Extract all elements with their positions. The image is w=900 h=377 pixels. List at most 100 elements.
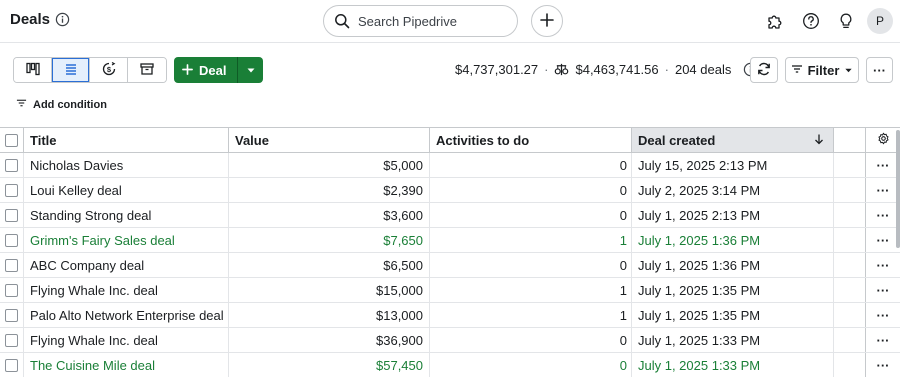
row-more-button[interactable]: ··· (866, 253, 900, 277)
puzzle-icon[interactable] (765, 11, 785, 31)
deal-created-cell[interactable]: July 1, 2025 1:33 PM (632, 353, 834, 377)
more-options-button[interactable]: ··· (866, 57, 893, 83)
activities-cell[interactable]: 0 (430, 203, 632, 227)
deal-title[interactable]: Palo Alto Network Enterprise deal (30, 308, 224, 323)
deal-created-cell[interactable]: July 2, 2025 3:14 PM (632, 178, 834, 202)
avatar[interactable]: P (867, 8, 893, 34)
row-checkbox[interactable] (5, 333, 18, 347)
activities-cell[interactable]: 0 (430, 253, 632, 277)
deal-created-cell[interactable]: July 1, 2025 1:36 PM (632, 253, 834, 277)
row-checkbox[interactable] (5, 358, 18, 372)
search-input[interactable] (358, 13, 498, 29)
deal-title[interactable]: Nicholas Davies (30, 158, 123, 173)
lightbulb-icon[interactable] (836, 11, 856, 31)
refresh-button[interactable] (750, 57, 778, 83)
deal-title-cell[interactable]: Nicholas Davies (24, 153, 229, 177)
deal-created-cell[interactable]: July 1, 2025 1:35 PM (632, 278, 834, 302)
table-scrollbar[interactable] (896, 130, 900, 248)
search-bar[interactable] (323, 5, 518, 37)
activities-cell[interactable]: 0 (430, 178, 632, 202)
table-row[interactable]: Nicholas Davies $5,000 0 July 15, 2025 2:13… (0, 153, 900, 178)
table-row[interactable]: Standing Strong deal $3,600 0 July 1, 2025 … (0, 203, 900, 228)
deal-title-cell[interactable]: Loui Kelley deal (24, 178, 229, 202)
deal-title-cell[interactable]: Grimm's Fairy Sales deal (24, 228, 229, 252)
deal-value-cell[interactable]: $5,000 (229, 153, 430, 177)
deal-title[interactable]: Grimm's Fairy Sales deal (30, 233, 175, 248)
row-checkbox[interactable] (5, 258, 18, 272)
deal-value-cell[interactable]: $6,500 (229, 253, 430, 277)
activities-cell[interactable]: 0 (430, 328, 632, 352)
row-more-button[interactable]: ··· (866, 228, 900, 252)
activities-cell[interactable]: 1 (430, 303, 632, 327)
select-all-checkbox[interactable] (5, 133, 18, 147)
table-row[interactable]: Loui Kelley deal $2,390 0 July 2, 2025 3:14… (0, 178, 900, 203)
info-icon[interactable] (55, 12, 70, 27)
row-checkbox[interactable] (5, 283, 18, 297)
deal-created-cell[interactable]: July 1, 2025 1:35 PM (632, 303, 834, 327)
activities-cell[interactable]: 1 (430, 278, 632, 302)
deal-title[interactable]: ABC Company deal (30, 258, 144, 273)
row-more-button[interactable]: ··· (866, 353, 900, 377)
forecast-view-button[interactable]: $ (90, 58, 128, 82)
row-more-button[interactable]: ··· (866, 178, 900, 202)
deal-title-cell[interactable]: Flying Whale Inc. deal (24, 328, 229, 352)
activities-cell[interactable]: 1 (430, 228, 632, 252)
deal-title-cell[interactable]: ABC Company deal (24, 253, 229, 277)
deal-value-cell[interactable]: $36,900 (229, 328, 430, 352)
deal-title[interactable]: Loui Kelley deal (30, 183, 122, 198)
column-header-value[interactable]: Value (229, 128, 430, 152)
table-row[interactable]: Grimm's Fairy Sales deal $7,650 1 July 1, 2… (0, 228, 900, 253)
deal-value-cell[interactable]: $13,000 (229, 303, 430, 327)
table-row[interactable]: ABC Company deal $6,500 0 July 1, 2025 1:36… (0, 253, 900, 278)
sort-arrow-down-icon[interactable] (813, 133, 825, 148)
quick-add-button[interactable] (531, 5, 563, 37)
row-more-button[interactable]: ··· (866, 278, 900, 302)
row-checkbox[interactable] (5, 208, 18, 222)
deal-title-cell[interactable]: Palo Alto Network Enterprise deal (24, 303, 229, 327)
add-deal-dropdown-button[interactable] (237, 57, 264, 83)
activities-count: 0 (619, 357, 627, 373)
deal-title[interactable]: Flying Whale Inc. deal (30, 333, 158, 348)
row-checkbox[interactable] (5, 308, 18, 322)
row-checkbox[interactable] (5, 183, 18, 197)
deal-title-cell[interactable]: Flying Whale Inc. deal (24, 278, 229, 302)
table-row[interactable]: Palo Alto Network Enterprise deal $13,000… (0, 303, 900, 328)
table-row[interactable]: The Cuisine Mile deal $57,450 0 July 1, 202… (0, 353, 900, 377)
deal-value-cell[interactable]: $3,600 (229, 203, 430, 227)
add-deal-button[interactable]: Deal (174, 57, 238, 83)
archive-view-button[interactable] (128, 58, 166, 82)
deals-summary: $4,737,301.27 · $4,463,741.56 · 204 deal… (455, 62, 758, 77)
deal-title-cell[interactable]: Standing Strong deal (24, 203, 229, 227)
deal-created-cell[interactable]: July 1, 2025 1:36 PM (632, 228, 834, 252)
row-more-button[interactable]: ··· (866, 303, 900, 327)
filter-button[interactable]: Filter (785, 57, 859, 83)
deal-created-cell[interactable]: July 15, 2025 2:13 PM (632, 153, 834, 177)
column-header-activities[interactable]: Activities to do (430, 128, 632, 152)
column-settings-button[interactable] (866, 128, 900, 152)
deal-title[interactable]: Standing Strong deal (30, 208, 151, 223)
column-header-title[interactable]: Title (24, 128, 229, 152)
deal-value-cell[interactable]: $57,450 (229, 353, 430, 377)
pipeline-view-button[interactable] (14, 58, 52, 82)
deal-title[interactable]: The Cuisine Mile deal (30, 358, 155, 373)
activities-cell[interactable]: 0 (430, 353, 632, 377)
row-more-button[interactable]: ··· (866, 328, 900, 352)
deal-title[interactable]: Flying Whale Inc. deal (30, 283, 158, 298)
table-row[interactable]: Flying Whale Inc. deal $15,000 1 July 1, 20… (0, 278, 900, 303)
table-row[interactable]: Flying Whale Inc. deal $36,900 0 July 1, 20… (0, 328, 900, 353)
deal-created-cell[interactable]: July 1, 2025 1:33 PM (632, 328, 834, 352)
help-icon[interactable] (801, 11, 821, 31)
row-more-button[interactable]: ··· (866, 203, 900, 227)
column-header-deal-created[interactable]: Deal created (632, 128, 834, 152)
row-checkbox[interactable] (5, 158, 18, 172)
list-view-button[interactable] (52, 58, 90, 82)
deal-created-cell[interactable]: July 1, 2025 2:13 PM (632, 203, 834, 227)
deal-value-cell[interactable]: $15,000 (229, 278, 430, 302)
add-condition-button[interactable]: Add condition (16, 98, 107, 111)
deal-value-cell[interactable]: $7,650 (229, 228, 430, 252)
deal-title-cell[interactable]: The Cuisine Mile deal (24, 353, 229, 377)
activities-cell[interactable]: 0 (430, 153, 632, 177)
row-more-button[interactable]: ··· (866, 153, 900, 177)
row-checkbox[interactable] (5, 233, 18, 247)
deal-value-cell[interactable]: $2,390 (229, 178, 430, 202)
